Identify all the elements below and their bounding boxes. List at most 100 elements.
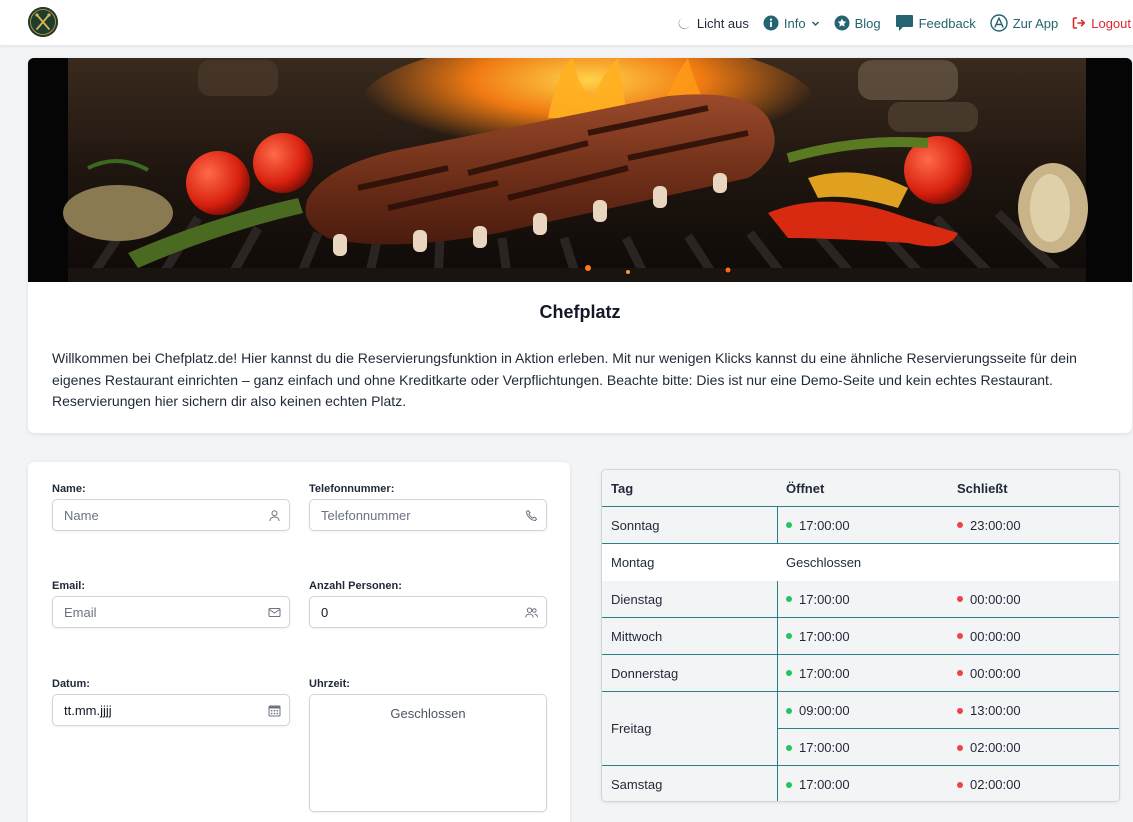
open-time: 17:00:00	[799, 740, 850, 755]
close-dot-icon	[957, 781, 963, 788]
open-time: 17:00:00	[799, 777, 850, 792]
nav-blog-label: Blog	[854, 15, 881, 31]
close-dot-icon	[957, 670, 963, 676]
name-input[interactable]	[53, 500, 289, 530]
day-cell: Samstag	[611, 777, 663, 792]
crossed-utensils-icon	[28, 7, 58, 37]
day-cell: Montag	[611, 555, 655, 570]
phone-field-wrapper	[309, 499, 547, 531]
persons-label: Anzahl Personen:	[309, 580, 402, 592]
close-time: 00:00:00	[970, 665, 1021, 681]
close-time: 00:00:00	[970, 628, 1021, 644]
user-icon	[269, 510, 280, 522]
header-closes: Schließt	[957, 480, 1008, 496]
date-input[interactable]	[53, 695, 289, 725]
nav-info-label: Info	[783, 15, 806, 31]
column-divider	[777, 507, 778, 544]
date-label: Datum:	[52, 678, 90, 690]
open-dot-icon	[786, 707, 792, 714]
table-row: Mittwoch 17:00:00 00:00:00	[602, 618, 1119, 655]
nav-app-link[interactable]: Zur App	[990, 14, 1059, 32]
open-dot-icon	[786, 670, 792, 676]
time-label: Uhrzeit:	[309, 678, 350, 690]
email-field-wrapper	[52, 596, 290, 628]
restaurant-title: Chefplatz	[539, 302, 621, 322]
restaurant-description: Willkommen bei Chefplatz.de! Hier kannst…	[52, 350, 1077, 409]
table-row: Montag Geschlossen	[602, 544, 1119, 581]
restaurant-intro-card: Chefplatz Willkommen bei Chefplatz.de! H…	[28, 58, 1132, 433]
table-row: Dienstag 17:00:00 00:00:00	[602, 581, 1119, 618]
table-row: Sonntag 17:00:00 23:00:00	[602, 507, 1119, 544]
opening-hours-table: Tag Öffnet Schließt Sonntag 17:00:00 23:…	[601, 469, 1120, 802]
calendar-icon[interactable]	[268, 704, 281, 717]
open-dot-icon	[786, 744, 792, 751]
header-day: Tag	[611, 480, 634, 496]
open-dot-icon	[786, 781, 792, 788]
users-icon	[525, 607, 538, 618]
time-slot-status: Geschlossen	[390, 706, 466, 721]
nav-app-label: Zur App	[1012, 15, 1059, 31]
open-time: 17:00:00	[799, 628, 850, 644]
top-navbar: Licht aus Info Blog Feedback Zur App Log…	[0, 0, 1133, 46]
open-dot-icon	[786, 522, 792, 528]
chevron-down-icon	[811, 19, 820, 28]
close-dot-icon	[957, 707, 963, 714]
day-cell: Freitag	[611, 721, 652, 736]
persons-field-wrapper	[309, 596, 547, 628]
nav-feedback-link[interactable]: Feedback	[895, 14, 976, 32]
phone-label: Telefonnummer:	[309, 483, 395, 495]
nav-theme-toggle[interactable]: Licht aus	[676, 15, 749, 31]
table-header-row: Tag Öffnet Schließt	[602, 470, 1119, 507]
nav-logout-link[interactable]: Logout	[1072, 16, 1131, 31]
chefplatz-logo[interactable]	[28, 7, 58, 37]
close-time: 02:00:00	[970, 740, 1021, 755]
close-dot-icon	[957, 744, 963, 751]
close-time: 00:00:00	[970, 591, 1021, 607]
star-badge-icon	[834, 15, 850, 31]
grill-ribs-hero-image	[28, 58, 1132, 282]
envelope-icon	[268, 608, 281, 617]
date-field-wrapper	[52, 694, 290, 726]
table-row: Samstag 17:00:00 02:00:00	[602, 766, 1119, 801]
open-time: 17:00:00	[799, 665, 850, 681]
app-store-icon	[990, 14, 1008, 32]
nav-theme-label: Licht aus	[696, 15, 749, 31]
header-opens: Öffnet	[786, 480, 825, 496]
phone-input[interactable]	[310, 500, 546, 530]
persons-input[interactable]	[310, 597, 546, 627]
open-dot-icon	[786, 596, 792, 602]
phone-icon	[525, 509, 538, 522]
close-dot-icon	[957, 633, 963, 639]
chat-bubble-icon	[895, 14, 914, 32]
day-cell: Dienstag	[611, 591, 663, 607]
day-cell: Donnerstag	[611, 665, 679, 681]
email-input[interactable]	[53, 597, 289, 627]
open-dot-icon	[786, 633, 792, 639]
close-time: 02:00:00	[970, 777, 1021, 792]
email-label: Email:	[52, 580, 86, 592]
open-time: 09:00:00	[799, 703, 850, 718]
close-dot-icon	[957, 596, 963, 602]
closed-cell: Geschlossen	[786, 555, 862, 570]
day-cell: Mittwoch	[611, 628, 663, 644]
table-row: Freitag 09:00:00 13:00:00 17:00:00 02:00…	[602, 692, 1119, 766]
moon-icon	[676, 15, 692, 31]
nav-info-dropdown[interactable]: Info	[763, 15, 820, 31]
nav-blog-link[interactable]: Blog	[834, 15, 881, 31]
info-icon	[763, 15, 779, 31]
day-cell: Sonntag	[611, 517, 660, 533]
reservation-form-card: Name: Telefonnummer: Email: Anzahl Perso…	[28, 462, 570, 822]
nav-logout-label: Logout	[1091, 15, 1131, 31]
nav-feedback-label: Feedback	[918, 15, 976, 31]
open-time: 17:00:00	[799, 591, 850, 607]
close-dot-icon	[957, 522, 963, 528]
name-label: Name:	[52, 483, 86, 495]
open-time: 17:00:00	[799, 517, 850, 533]
time-slot-picker[interactable]: Geschlossen	[309, 694, 547, 812]
close-time: 13:00:00	[970, 703, 1021, 718]
table-row: Donnerstag 17:00:00 00:00:00	[602, 655, 1119, 692]
name-field-wrapper	[52, 499, 290, 531]
column-divider	[777, 581, 778, 801]
logout-icon	[1072, 16, 1086, 30]
close-time: 23:00:00	[970, 517, 1021, 533]
